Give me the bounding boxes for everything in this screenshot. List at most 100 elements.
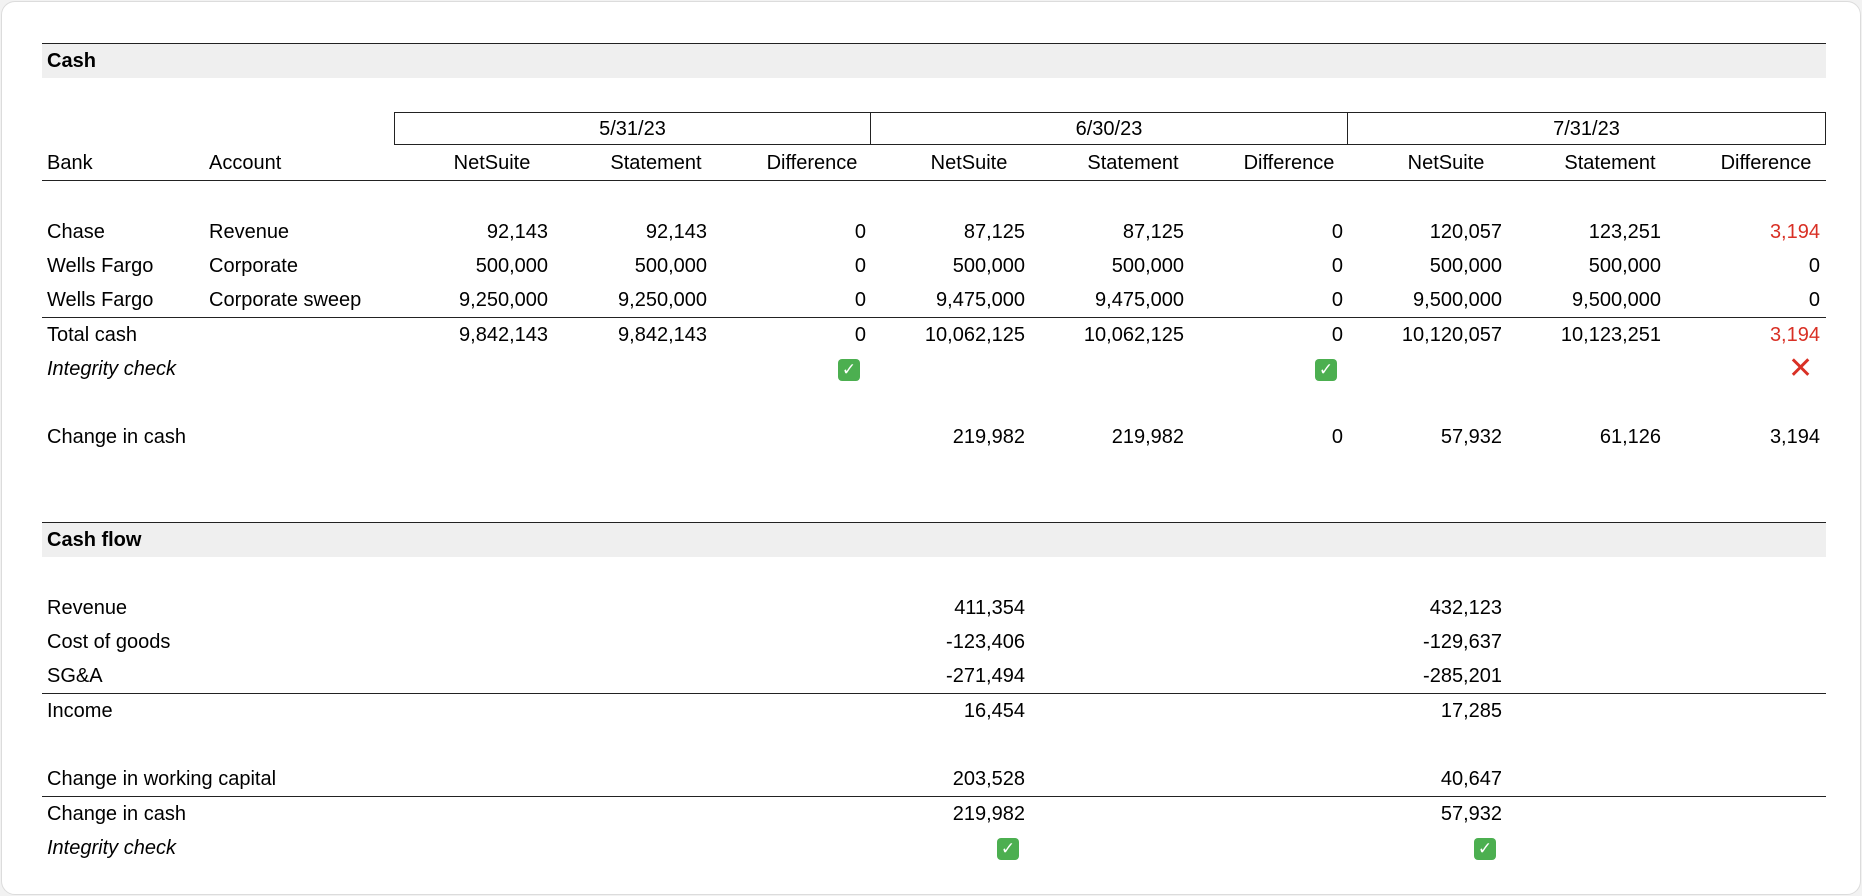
date-5-31-23: 5/31/23 bbox=[394, 112, 871, 145]
date-header-band: 5/31/23 6/30/23 7/31/23 bbox=[42, 112, 1826, 146]
cash-flow-section-title: Cash flow bbox=[42, 522, 1826, 557]
value-cell: 3,194 bbox=[1769, 426, 1820, 448]
value-cell: 500,000 bbox=[475, 255, 548, 277]
value-cell: 10,062,125 bbox=[924, 324, 1025, 346]
col-netsuite-3: NetSuite bbox=[1407, 152, 1485, 174]
value-cell: 0 bbox=[854, 221, 866, 243]
table-row: Chase Revenue 92,143 92,143 0 87,125 87,… bbox=[42, 215, 1826, 249]
integrity-check-label: Integrity check bbox=[47, 358, 176, 380]
value-cell: 120,057 bbox=[1429, 221, 1502, 243]
bank-name: Wells Fargo bbox=[47, 289, 154, 311]
change-in-cash-row: Change in cash 219,982 219,982 0 57,932 … bbox=[42, 420, 1826, 454]
value-cell: 87,125 bbox=[1122, 221, 1184, 243]
table-row: Wells Fargo Corporate 500,000 500,000 0 … bbox=[42, 249, 1826, 283]
value-cell: 0 bbox=[1331, 426, 1343, 448]
value-cell: 0 bbox=[1808, 289, 1820, 311]
check-icon: ✓ bbox=[1315, 352, 1337, 386]
report-sheet: Cash 5/31/23 6/30/23 7/31/23 Bank Accoun… bbox=[42, 43, 1826, 865]
table-row: SG&A -271,494 -285,201 bbox=[42, 659, 1826, 693]
line-item-label: Revenue bbox=[47, 597, 128, 619]
col-bank: Bank bbox=[47, 152, 93, 174]
value-cell: 219,982 bbox=[952, 426, 1025, 448]
value-cell: 17,285 bbox=[1440, 700, 1502, 722]
table-row: Wells Fargo Corporate sweep 9,250,000 9,… bbox=[42, 283, 1826, 317]
col-statement-2: Statement bbox=[1087, 152, 1179, 174]
integrity-check-row: Integrity check ✓ ✓ ✕ bbox=[42, 352, 1826, 386]
difference-alert-value: 3,194 bbox=[1769, 221, 1820, 243]
account-name: Corporate bbox=[209, 255, 298, 277]
value-cell: 9,475,000 bbox=[1095, 289, 1184, 311]
cashflow-integrity-check-row: Integrity check ✓ ✓ bbox=[42, 831, 1826, 865]
value-cell: 10,123,251 bbox=[1560, 324, 1661, 346]
working-capital-row: Change in working capital 203,528 40,647 bbox=[42, 762, 1826, 796]
cashflow-change-in-cash-row: Change in cash 219,982 57,932 bbox=[42, 796, 1826, 831]
income-row: Income 16,454 17,285 bbox=[42, 693, 1826, 728]
value-cell: 500,000 bbox=[634, 255, 707, 277]
value-cell: 432,123 bbox=[1429, 597, 1502, 619]
value-cell: 0 bbox=[1331, 324, 1343, 346]
value-cell: 500,000 bbox=[1111, 255, 1184, 277]
cross-icon: ✕ bbox=[1788, 351, 1814, 386]
value-cell: 16,454 bbox=[963, 700, 1025, 722]
col-difference-1: Difference bbox=[766, 152, 858, 174]
col-statement-3: Statement bbox=[1564, 152, 1656, 174]
value-cell: 411,354 bbox=[954, 597, 1025, 619]
value-cell: 0 bbox=[854, 324, 866, 346]
value-cell: 9,250,000 bbox=[459, 289, 548, 311]
value-cell: -271,494 bbox=[946, 665, 1025, 687]
col-difference-3: Difference bbox=[1720, 152, 1812, 174]
income-label: Income bbox=[47, 700, 113, 722]
value-cell: 9,475,000 bbox=[936, 289, 1025, 311]
value-cell: 0 bbox=[1331, 221, 1343, 243]
value-cell: 500,000 bbox=[1429, 255, 1502, 277]
value-cell: 0 bbox=[1331, 255, 1343, 277]
line-item-label: Cost of goods bbox=[47, 631, 171, 653]
table-row: Revenue 411,354 432,123 bbox=[42, 591, 1826, 625]
col-netsuite-1: NetSuite bbox=[453, 152, 531, 174]
col-difference-2: Difference bbox=[1243, 152, 1335, 174]
cash-section-title: Cash bbox=[42, 43, 1826, 78]
col-account: Account bbox=[209, 152, 282, 174]
table-row: Cost of goods -123,406 -129,637 bbox=[42, 625, 1826, 659]
col-statement-1: Statement bbox=[610, 152, 702, 174]
report-frame: Cash 5/31/23 6/30/23 7/31/23 Bank Accoun… bbox=[1, 1, 1861, 895]
check-icon: ✓ bbox=[838, 352, 860, 386]
date-6-30-23: 6/30/23 bbox=[870, 112, 1348, 145]
value-cell: 9,500,000 bbox=[1413, 289, 1502, 311]
integrity-check-label: Integrity check bbox=[47, 837, 176, 859]
value-cell: 40,647 bbox=[1440, 768, 1502, 790]
value-cell: 92,143 bbox=[486, 221, 548, 243]
value-cell: 219,982 bbox=[1111, 426, 1184, 448]
value-cell: 0 bbox=[854, 289, 866, 311]
value-cell: -285,201 bbox=[1423, 665, 1502, 687]
account-name: Revenue bbox=[209, 221, 290, 243]
value-cell: 92,143 bbox=[645, 221, 707, 243]
line-item-label: SG&A bbox=[47, 665, 103, 687]
working-capital-label: Change in working capital bbox=[47, 768, 277, 790]
value-cell: 57,932 bbox=[1440, 426, 1502, 448]
value-cell: 203,528 bbox=[952, 768, 1025, 790]
value-cell: -129,637 bbox=[1423, 631, 1502, 653]
value-cell: 9,842,143 bbox=[618, 324, 707, 346]
change-in-cash-label: Change in cash bbox=[47, 803, 186, 825]
value-cell: 9,250,000 bbox=[618, 289, 707, 311]
value-cell: 9,500,000 bbox=[1572, 289, 1661, 311]
value-cell: -123,406 bbox=[946, 631, 1025, 653]
check-icon: ✓ bbox=[1474, 831, 1496, 865]
difference-alert-value: 3,194 bbox=[1769, 324, 1820, 346]
change-in-cash-label: Change in cash bbox=[47, 426, 186, 448]
value-cell: 0 bbox=[1808, 255, 1820, 277]
value-cell: 87,125 bbox=[963, 221, 1025, 243]
total-cash-row: Total cash 9,842,143 9,842,143 0 10,062,… bbox=[42, 317, 1826, 352]
value-cell: 500,000 bbox=[1588, 255, 1661, 277]
value-cell: 219,982 bbox=[952, 803, 1025, 825]
date-7-31-23: 7/31/23 bbox=[1347, 112, 1826, 145]
value-cell: 10,062,125 bbox=[1083, 324, 1184, 346]
value-cell: 10,120,057 bbox=[1401, 324, 1502, 346]
value-cell: 57,932 bbox=[1440, 803, 1502, 825]
value-cell: 500,000 bbox=[952, 255, 1025, 277]
col-netsuite-2: NetSuite bbox=[930, 152, 1008, 174]
value-cell: 0 bbox=[1331, 289, 1343, 311]
bank-name: Chase bbox=[47, 221, 105, 243]
column-header-row: Bank Account NetSuite Statement Differen… bbox=[42, 146, 1826, 181]
